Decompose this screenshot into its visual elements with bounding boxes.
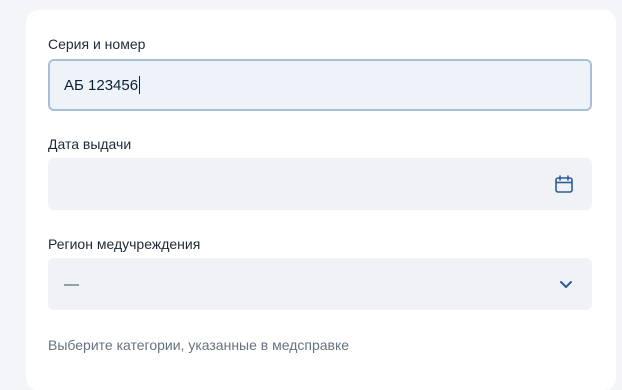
calendar-icon[interactable] xyxy=(554,174,574,194)
region-label: Регион медучреждения xyxy=(48,236,201,252)
chevron-down-icon[interactable] xyxy=(558,276,574,292)
form-card: Серия и номер АБ 123456 Дата выдачи Реги… xyxy=(26,10,616,390)
series-number-value-wrap: АБ 123456 xyxy=(64,61,141,109)
text-caret xyxy=(139,76,141,94)
series-number-label: Серия и номер xyxy=(48,36,146,52)
region-selected-value: — xyxy=(64,275,79,293)
issue-date-label: Дата выдачи xyxy=(48,136,132,152)
issue-date-input[interactable] xyxy=(48,158,592,210)
series-number-value: АБ 123456 xyxy=(64,76,139,94)
region-select[interactable]: — xyxy=(48,258,592,310)
categories-hint: Выберите категории, указанные в медсправ… xyxy=(48,337,350,353)
series-number-input[interactable]: АБ 123456 xyxy=(48,59,592,111)
